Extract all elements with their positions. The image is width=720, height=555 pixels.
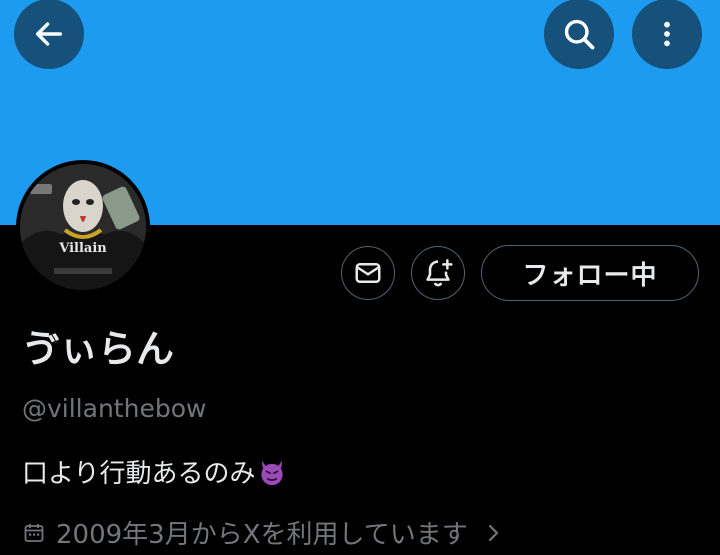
more-button[interactable] [632,0,702,69]
back-button[interactable] [14,0,84,69]
bio-text: 口より行動あるのみ [22,459,256,489]
following-button-label: フォロー中 [522,260,658,291]
bell-plus-icon [426,259,453,287]
avatar-shirt-text: Villain [58,241,107,256]
user-handle: @villanthebow [22,394,207,423]
chevron-right-icon [488,524,498,541]
more-vertical-icon [664,21,670,47]
notifications-button[interactable] [411,246,465,300]
search-button[interactable] [544,0,614,69]
mail-icon [355,263,381,283]
joined-date[interactable]: 2009年3月からXを利用しています [22,514,504,551]
calendar-icon [24,523,44,542]
profile-bio: 口より行動あるのみ [22,453,287,490]
profile-avatar[interactable]: Villain [16,160,150,294]
search-icon [564,19,595,50]
message-button[interactable] [341,246,395,300]
arrow-left-icon [35,22,63,46]
display-name: ゔぃらん [22,327,175,371]
following-button[interactable]: フォロー中 [481,245,699,301]
avatar-image: Villain [20,164,146,290]
smiling-face-with-horns-icon [261,460,284,485]
joined-text: 2009年3月からXを利用しています [56,520,468,550]
